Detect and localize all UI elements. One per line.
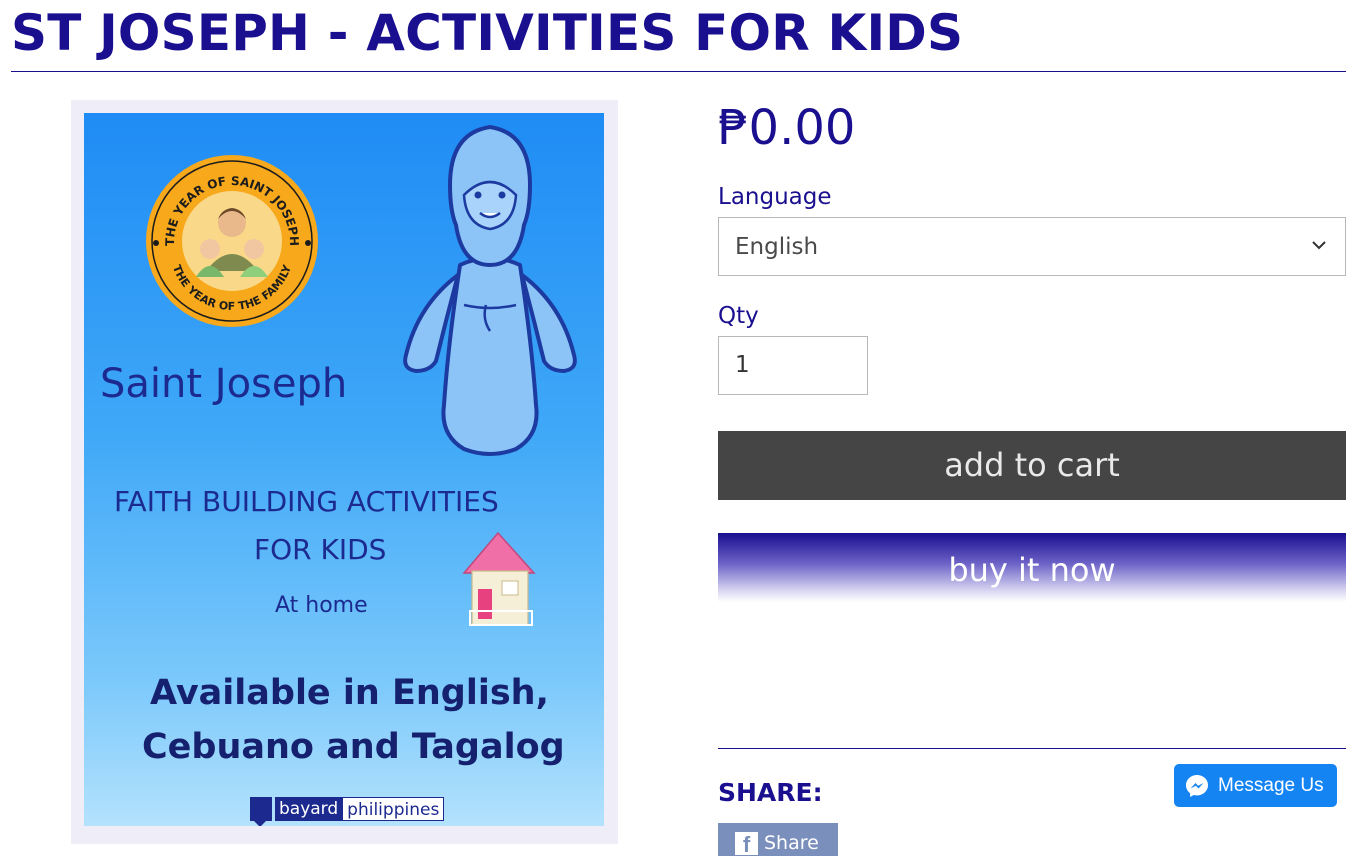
logo-word-bayard: bayard <box>275 797 343 821</box>
poster-availability-line1: Available in English, <box>150 673 549 713</box>
messenger-label: Message Us <box>1218 774 1324 796</box>
bayard-logo-mark <box>250 797 272 826</box>
share-label: SHARE: <box>718 778 823 807</box>
buy-it-now-button[interactable]: buy it now <box>718 533 1346 602</box>
poster-subtitle-line2: FOR KIDS <box>254 533 387 566</box>
logo-word-philippines: philippines <box>342 797 445 821</box>
title-divider <box>11 71 1346 72</box>
product-image-frame[interactable]: THE YEAR OF SAINT JOSEPH THE YEAR OF THE… <box>71 100 618 844</box>
messenger-icon <box>1186 774 1208 797</box>
language-select[interactable]: English <box>718 217 1346 276</box>
poster-availability-line2: Cebuano and Tagalog <box>142 727 565 767</box>
share-divider <box>718 748 1346 749</box>
year-of-saint-joseph-seal: THE YEAR OF SAINT JOSEPH THE YEAR OF THE… <box>146 155 318 327</box>
poster-saint-name: Saint Joseph <box>100 361 348 407</box>
chevron-down-icon <box>1312 241 1326 250</box>
quantity-input[interactable]: 1 <box>718 336 868 395</box>
qty-label: Qty <box>718 303 759 329</box>
add-to-cart-button[interactable]: add to cart <box>718 431 1346 500</box>
language-label: Language <box>718 184 832 210</box>
poster-subtitle-line1: FAITH BUILDING ACTIVITIES <box>114 485 499 518</box>
facebook-share-button[interactable]: f Share <box>718 823 838 856</box>
house-illustration <box>462 531 536 626</box>
poster-subtitle-line3: At home <box>275 593 368 618</box>
page-title: ST JOSEPH - ACTIVITIES FOR KIDS <box>11 4 964 62</box>
messenger-button[interactable]: Message Us <box>1174 764 1337 807</box>
language-selected-value: English <box>735 233 819 260</box>
bayard-philippines-logo: bayard philippines <box>250 795 445 826</box>
product-image: THE YEAR OF SAINT JOSEPH THE YEAR OF THE… <box>84 113 604 826</box>
facebook-icon: f <box>735 831 758 856</box>
saint-joseph-illustration <box>403 125 577 456</box>
facebook-share-label: Share <box>764 832 819 854</box>
product-price: ₱0.00 <box>718 100 856 156</box>
